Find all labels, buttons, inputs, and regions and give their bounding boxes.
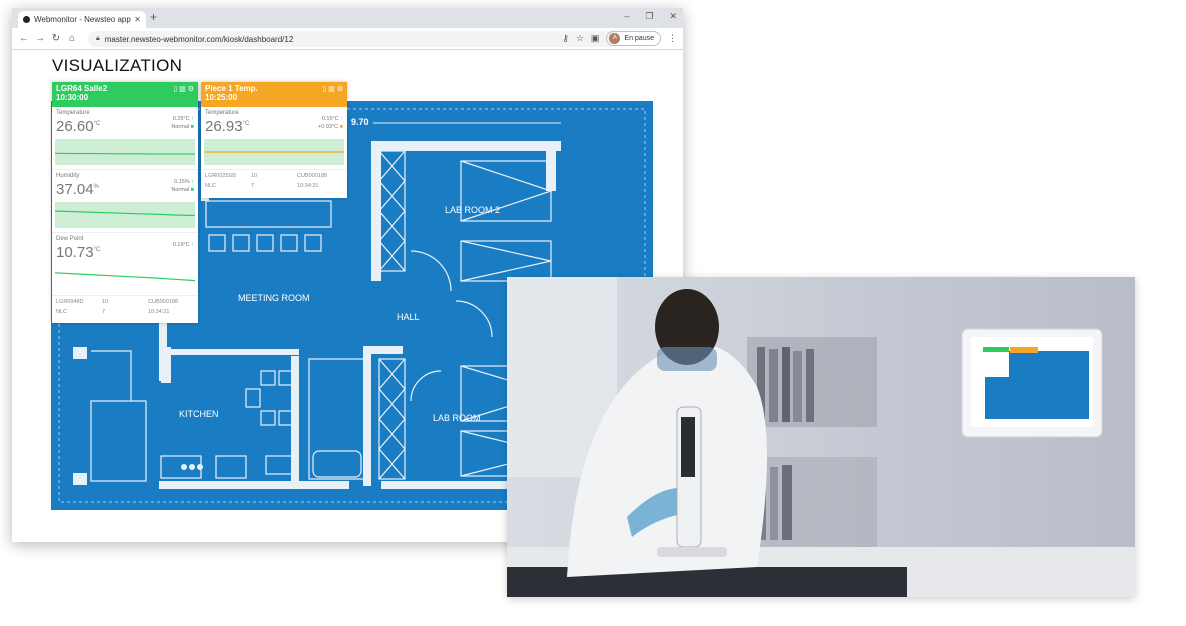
- metric-unit: °C: [242, 121, 250, 127]
- lab-photo: [507, 277, 1135, 597]
- metric-unit: °C: [93, 121, 101, 127]
- trend-polyline: [54, 152, 195, 155]
- metric-number: 37.04: [56, 181, 94, 198]
- metric-dew-point: Dew Point 10.73°C 0.19°C ↑: [52, 233, 198, 296]
- trend-line: [54, 152, 195, 155]
- address-bar[interactable]: 🔒︎ master.newsteo-webmonitor.com/kiosk/d…: [88, 31, 618, 47]
- up-arrow-icon: ↑: [340, 116, 343, 122]
- up-arrow-icon: ↑: [191, 179, 194, 185]
- metric-number: 26.60: [56, 118, 94, 135]
- tab-title: Webmonitor - Newsteo applicati: [34, 15, 132, 24]
- extension-icon[interactable]: ▣: [591, 33, 600, 44]
- back-icon[interactable]: ←: [16, 33, 32, 44]
- card-tools-icon[interactable]: ▯ ▥ ⚙: [322, 85, 343, 93]
- trend-chart: [54, 265, 196, 291]
- sensor-card-b[interactable]: Piece 1 Temp. 10:25:00 ▯ ▥ ⚙ Temperature…: [201, 82, 347, 198]
- metric-humidity: Humidity 37.04% 0.15% ↑ Normal ■: [52, 170, 198, 233]
- metric-temperature: Temperature 26.93°C 0.15°C ↑ +0.93°C ■: [201, 107, 347, 170]
- status-square-icon: ■: [190, 187, 194, 193]
- delta-value: 0.15°C: [321, 116, 339, 122]
- restore-icon[interactable]: ❐: [645, 11, 653, 22]
- metric-unit: %: [93, 184, 99, 190]
- new-tab-icon[interactable]: +: [150, 10, 157, 24]
- plan-dimension-label: 9.70: [351, 117, 369, 127]
- page-title: VISUALIZATION: [52, 56, 183, 75]
- last-update: 10:34:31: [297, 183, 319, 189]
- card-tools-icon[interactable]: ▯ ▥ ⚙: [173, 85, 194, 93]
- star-icon[interactable]: ☆: [576, 33, 584, 44]
- status-square-icon: ■: [339, 124, 343, 130]
- cube-id: CUB000188: [148, 299, 178, 305]
- trend-line: [54, 272, 196, 282]
- status-square-icon: ■: [190, 124, 194, 130]
- sensor-footer: LGR0025SB 10 CUB000188 NLC 7 10:34:31: [201, 170, 347, 192]
- logger-id: LGR0048D: [56, 299, 84, 305]
- delta-value: 0.19°C: [172, 242, 190, 248]
- forward-icon[interactable]: →: [32, 33, 48, 44]
- trend-line: [204, 151, 344, 153]
- location-code: NLC: [56, 309, 68, 315]
- metric-unit: °C: [93, 247, 101, 253]
- status-text: Normal: [171, 187, 190, 193]
- status-text: Normal: [171, 124, 190, 130]
- profile-status: En pause: [624, 35, 654, 42]
- trend-line: [54, 210, 196, 217]
- metric-delta: 0.19°C ↑: [173, 241, 194, 249]
- sensor-card-a[interactable]: LGR64 Salle2 10:30:00 ▯ ▥ ⚙ Temperature …: [52, 82, 198, 323]
- toolbar-right: ⚷ ☆ ▣ A En pause ⋮: [562, 31, 677, 46]
- minimize-icon[interactable]: –: [624, 11, 629, 22]
- metric-number: 10.73: [56, 244, 94, 261]
- favicon-icon: [23, 16, 30, 23]
- lock-icon: 🔒︎: [96, 35, 100, 42]
- lab-photo-illustration: [507, 277, 1135, 597]
- location-code: NLC: [205, 183, 217, 189]
- signal-value: 10: [102, 299, 109, 305]
- tab-bar: Webmonitor - Newsteo applicati ✕ + – ❐ ✕: [12, 8, 683, 28]
- battery-value: 7: [251, 183, 255, 189]
- url-text: master.newsteo-webmonitor.com/kiosk/dash…: [104, 34, 294, 44]
- metric-delta: 0.15°C ↑ +0.93°C ■: [318, 115, 343, 131]
- reload-icon[interactable]: ↻: [48, 33, 64, 44]
- logger-id: LGR0025SB: [205, 173, 236, 179]
- close-window-icon[interactable]: ✕: [669, 11, 677, 22]
- delta-value: 0.25°C: [172, 116, 190, 122]
- metric-number: 26.93: [205, 118, 243, 135]
- delta-value: 0.15%: [174, 179, 190, 185]
- status-text: +0.93°C: [318, 124, 339, 130]
- room-label-hall: HALL: [397, 312, 420, 322]
- trend-chart: [54, 139, 195, 165]
- avatar: A: [609, 33, 621, 44]
- key-icon[interactable]: ⚷: [562, 33, 569, 44]
- trend-polyline: [54, 272, 196, 282]
- room-label-lab: LAB ROOM: [433, 413, 481, 423]
- metric-delta: 0.15% ↑ Normal ■: [171, 178, 194, 194]
- trend-polyline: [54, 210, 196, 217]
- cube-id: CUB000188: [297, 173, 327, 179]
- browser-tab[interactable]: Webmonitor - Newsteo applicati ✕: [18, 11, 146, 28]
- profile-button[interactable]: A En pause: [606, 31, 661, 46]
- trend-chart: [54, 202, 196, 228]
- room-label-meeting: MEETING ROOM: [238, 293, 310, 303]
- signal-value: 10: [251, 173, 258, 179]
- last-update: 10:34:31: [148, 309, 170, 315]
- metric-delta: 0.25°C ↑ Normal ■: [171, 115, 194, 131]
- sensor-card-a-header: LGR64 Salle2 10:30:00 ▯ ▥ ⚙: [52, 82, 198, 107]
- sensor-card-b-header: Piece 1 Temp. 10:25:00 ▯ ▥ ⚙: [201, 82, 347, 107]
- menu-icon[interactable]: ⋮: [668, 33, 677, 44]
- window-controls: – ❐ ✕: [624, 11, 677, 22]
- room-label-lab2: LAB ROOM 2: [445, 205, 500, 215]
- browser-toolbar: ← → ↻ ⌂ 🔒︎ master.newsteo-webmonitor.com…: [12, 28, 683, 50]
- sensor-footer: LGR0048D 10 CUB000188 NLC 7 10:34:31: [52, 296, 198, 318]
- battery-value: 7: [102, 309, 106, 315]
- up-arrow-icon: ↑: [191, 242, 194, 248]
- room-label-kitchen: KITCHEN: [179, 409, 219, 419]
- sensor-time: 10:25:00: [205, 93, 238, 102]
- stage: Webmonitor - Newsteo applicati ✕ + – ❐ ✕…: [0, 0, 1186, 626]
- up-arrow-icon: ↑: [191, 116, 194, 122]
- close-tab-icon[interactable]: ✕: [134, 15, 141, 24]
- trend-chart: [204, 139, 344, 165]
- metric-temperature: Temperature 26.60°C 0.25°C ↑ Normal ■: [52, 107, 198, 170]
- home-icon[interactable]: ⌂: [64, 33, 80, 44]
- sensor-time: 10:30:00: [56, 93, 89, 102]
